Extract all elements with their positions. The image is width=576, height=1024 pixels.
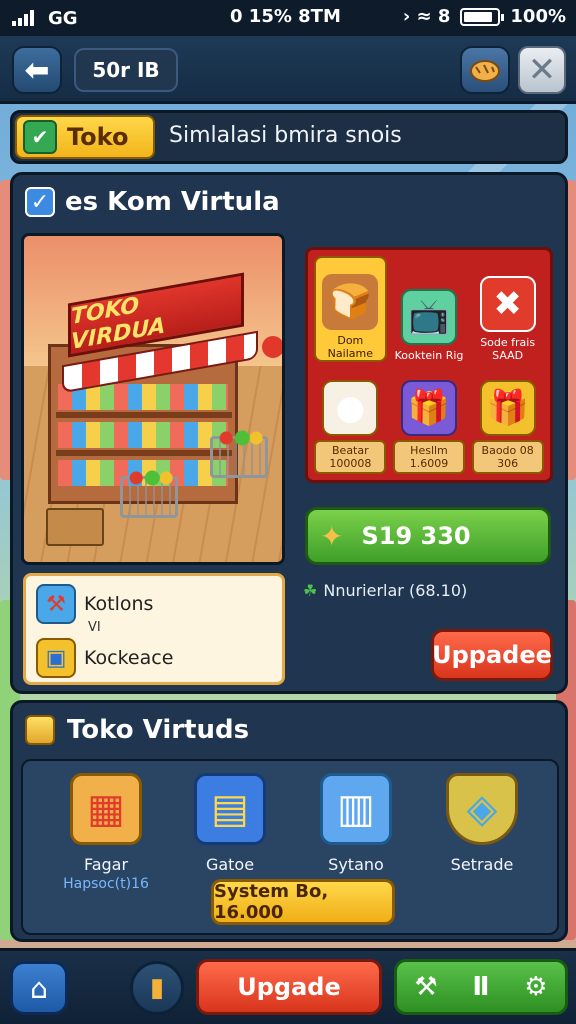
item-label: Hesllm 1.6009 <box>392 440 465 474</box>
category-name: Gatoe <box>205 855 255 874</box>
shelf-row <box>56 412 232 418</box>
title-strip: ✔ Toko Simlalasi bmira snois <box>10 110 568 164</box>
bread-nav-button[interactable]: ▮ <box>130 961 184 1015</box>
stats-icon[interactable]: Ⅱ <box>472 972 489 1002</box>
shop-tag-label: Toko <box>67 123 129 151</box>
bread-icon: ▮ <box>149 973 165 1003</box>
info-row[interactable]: ▣ Kockeace <box>36 638 173 678</box>
subtitle: Simlalasi bmira snois <box>169 123 402 148</box>
status-center-text: 0 15% 8TM <box>230 6 341 27</box>
shelf-row <box>56 450 232 456</box>
present-icon: 🎁 <box>479 380 536 436</box>
store-panel: ✓ es Kom Virtula TOKO VIRDUA ⚒ Kotlons V <box>10 172 568 694</box>
category-item[interactable]: ▤ Gatoe <box>175 773 285 874</box>
note: ☘ Nnurierlar (68.10) <box>303 581 467 600</box>
info-card: ⚒ Kotlons VI ▣ Kockeace <box>23 573 285 685</box>
store-checkbox[interactable]: ✓ <box>25 187 55 217</box>
info-row1-sub: VI <box>88 620 101 635</box>
register-icon: ✔ <box>23 120 57 154</box>
tv-icon: 📺 <box>400 289 457 345</box>
item-slot[interactable]: 🍞 Dom Nailame <box>314 256 387 362</box>
gear-icon[interactable]: ⚙ <box>524 972 547 1002</box>
jar-icon: ● <box>322 380 379 436</box>
system-button[interactable]: System Bo, 16.000 <box>211 879 395 925</box>
upgrade-nav-button[interactable]: Upgade <box>196 959 382 1015</box>
top-bar: ⬅ 50r IB ✕ <box>0 36 576 104</box>
item-slot[interactable]: 🎁 Hesllm 1.6009 <box>392 368 466 474</box>
shield-icon: ◈ <box>446 773 518 845</box>
wrench-icon[interactable]: ⚒ <box>414 972 437 1002</box>
category-name: Fagar <box>83 855 129 874</box>
item-label: Kooktein Rig <box>394 349 464 362</box>
toy-car-icon: ▣ <box>36 638 76 678</box>
level-text: 50r IB <box>92 58 160 82</box>
battery-icon <box>460 7 505 26</box>
store-scene: TOKO VIRDUA <box>21 233 285 565</box>
category-name: Sytano <box>328 855 384 874</box>
tool-icon: ⚒ <box>36 584 76 624</box>
crate-icon: ▦ <box>70 773 142 845</box>
close-button[interactable]: ✕ <box>518 46 566 94</box>
level-indicator: 50r IB <box>74 48 178 92</box>
info-row[interactable]: ⚒ Kotlons <box>36 584 153 624</box>
cart-icon <box>210 429 268 478</box>
bread-icon <box>470 60 500 82</box>
cart-icon <box>120 469 178 518</box>
item-grid: 🍞 Dom Nailame 📺 Kooktein Rig ✖ Sode frai… <box>305 247 553 483</box>
shop-tag[interactable]: ✔ Toko <box>15 115 155 159</box>
item-slot[interactable]: 🎁 Baodo 08 306 <box>471 368 544 474</box>
category-sub: Hapsoc(t)16 <box>63 876 149 892</box>
upgrade-button[interactable]: Uppadee <box>431 629 553 681</box>
action-group: ⚒ Ⅱ ⚙ <box>394 959 568 1015</box>
gift-icon: 🎁 <box>400 380 457 436</box>
item-slot[interactable]: ● Beatar 100008 <box>314 368 387 474</box>
leaf-icon: ☘ <box>303 581 318 600</box>
status-bar: GG 0 15% 8TM › ≈ 8 100% <box>0 0 576 36</box>
item-label: Baodo 08 306 <box>471 440 544 474</box>
item-label: Dom Nailame <box>327 334 373 360</box>
categories-panel: Toko Virtuds ▦ Fagar Hapsoc(t)16 ▤ Gatoe… <box>10 700 568 942</box>
price-value: S19 330 <box>361 522 471 550</box>
info-row1-label: Kotlons <box>84 593 154 615</box>
battery-percent: 100% <box>510 6 566 27</box>
fridge-icon: ▥ <box>320 773 392 845</box>
check-icon: ✓ <box>30 189 50 215</box>
item-slot[interactable]: 📺 Kooktein Rig <box>393 256 466 362</box>
category-name: Setrade <box>450 855 514 874</box>
categories-list: ▦ Fagar Hapsoc(t)16 ▤ Gatoe ▥ Sytano ◈ S… <box>21 759 559 935</box>
home-button[interactable]: ⌂ <box>10 961 68 1015</box>
bottom-nav: ⌂ ▮ Upgade ⚒ Ⅱ ⚙ <box>0 948 576 1024</box>
network-type: GG <box>48 7 78 29</box>
item-slot[interactable]: ✖ Sode frais SAAD <box>471 256 544 362</box>
home-icon: ⌂ <box>30 971 48 1005</box>
item-label: Sode frais SAAD <box>480 336 536 362</box>
category-item[interactable]: ▦ Fagar Hapsoc(t)16 <box>51 773 161 892</box>
gold-cube-icon <box>25 715 55 745</box>
store-panel-title: es Kom Virtula <box>65 187 280 217</box>
categories-title: Toko Virtuds <box>67 715 250 745</box>
price-bar[interactable]: ✦ S19 330 <box>305 507 551 565</box>
bread-button[interactable] <box>460 46 510 94</box>
item-label: Beatar 100008 <box>314 440 387 474</box>
close-icon: ✕ <box>527 50 557 90</box>
bone-icon: ✦ <box>320 519 344 553</box>
signal-icon <box>12 10 34 26</box>
apple-icon <box>262 336 282 358</box>
note-text: Nnurierlar (68.10) <box>323 581 468 600</box>
info-row2-label: Kockeace <box>84 647 174 669</box>
box-icon <box>46 508 104 546</box>
wifi-icon: › ≈ 8 <box>402 6 451 27</box>
bread-icon: 🍞 <box>322 274 379 330</box>
arrow-left-icon: ⬅ <box>24 52 50 88</box>
box-icon: ✖ <box>479 276 536 332</box>
back-button[interactable]: ⬅ <box>12 46 62 94</box>
cashier-icon: ▤ <box>194 773 266 845</box>
category-item[interactable]: ◈ Setrade <box>427 773 537 874</box>
category-item[interactable]: ▥ Sytano <box>301 773 411 874</box>
shelf-goods <box>58 422 228 448</box>
